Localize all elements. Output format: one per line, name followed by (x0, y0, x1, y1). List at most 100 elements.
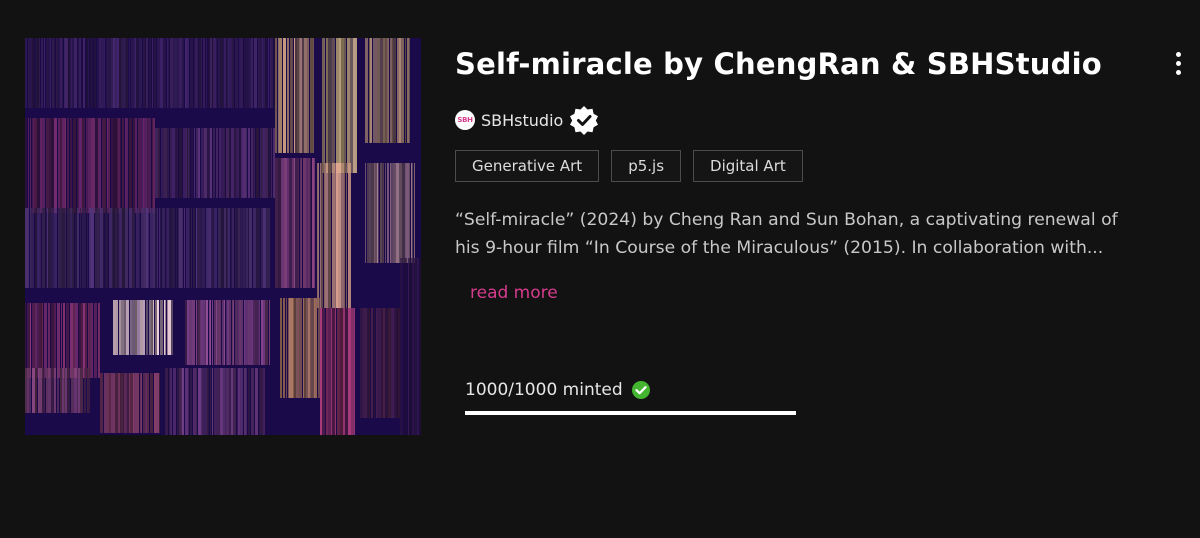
artwork-stripe (154, 373, 156, 433)
artwork-stripe (145, 38, 146, 108)
artwork-stripe (409, 258, 412, 435)
artwork-stripe (331, 38, 332, 173)
artwork-stripe (189, 128, 190, 198)
artwork-stripe (85, 303, 87, 378)
artwork-stripe (32, 118, 33, 213)
artwork-stripe (57, 303, 60, 378)
artwork-stripe (72, 208, 74, 288)
artwork-stripe (266, 208, 269, 288)
artwork-stripe (226, 38, 227, 108)
artwork-stripe (107, 38, 109, 108)
artwork-stripe (374, 38, 377, 143)
artwork-stripe (270, 38, 271, 108)
artwork-stripe (304, 298, 306, 398)
artwork-stripe (233, 368, 236, 435)
artwork-stripe (98, 118, 101, 213)
project-title: Self-miracle by ChengRan & SBHStudio (455, 47, 1102, 81)
artwork-stripe (235, 38, 237, 108)
artwork-stripe (79, 303, 81, 378)
artwork-stripe (44, 303, 47, 378)
artwork-stripe (394, 308, 396, 418)
artwork-stripe (311, 298, 314, 398)
artwork-stripe (251, 368, 254, 435)
artwork-stripe (288, 298, 289, 398)
artwork-stripe (122, 118, 124, 213)
artwork-stripe (135, 118, 137, 213)
artwork-stripe (137, 373, 139, 433)
artwork-stripe (143, 373, 145, 433)
artwork-stripe (28, 38, 30, 108)
artwork-stripe (248, 128, 250, 198)
artwork-stripe (118, 118, 120, 213)
artwork-stripe (300, 38, 302, 153)
artwork-stripe (150, 373, 153, 433)
artwork-stripe (294, 38, 295, 153)
artwork-stripe (213, 208, 214, 288)
artwork-stripe (256, 208, 258, 288)
read-more-link[interactable]: read more (470, 283, 558, 303)
artwork-stripe (294, 298, 296, 398)
artwork-stripe (207, 128, 209, 198)
artwork-stripe (133, 373, 134, 433)
artwork-stripe (326, 38, 328, 173)
artwork-stripe (249, 208, 252, 288)
artwork-stripe (126, 300, 129, 355)
artwork-stripe (121, 300, 124, 355)
artwork-stripe (322, 308, 325, 435)
tag-generative-art[interactable]: Generative Art (455, 150, 600, 182)
artwork-stripe (201, 368, 202, 435)
tag-digital-art[interactable]: Digital Art (693, 150, 803, 182)
artist-row[interactable]: SBH SBHstudio (455, 105, 599, 135)
artist-avatar[interactable]: SBH (455, 110, 475, 130)
artwork-stripe (130, 300, 132, 355)
artwork-stripe (60, 208, 62, 288)
artwork-stripe (62, 38, 63, 108)
artist-name[interactable]: SBHstudio (481, 111, 563, 130)
tag-p5js[interactable]: p5.js (611, 150, 682, 182)
artwork-stripe (60, 118, 62, 213)
artwork-stripe (244, 38, 246, 108)
artwork-stripe (170, 38, 173, 108)
artwork-stripe (253, 128, 254, 198)
artwork-stripe (147, 373, 149, 433)
artwork-stripe (317, 163, 318, 308)
artwork-stripe (336, 38, 339, 173)
artwork-stripe (248, 208, 249, 288)
artwork-stripe (139, 208, 140, 288)
artwork-stripe (243, 128, 246, 198)
artwork-stripe (195, 368, 196, 435)
artwork-stripe (105, 208, 108, 288)
artwork-stripe (90, 38, 93, 108)
artwork-stripe (414, 258, 417, 435)
artwork-stripe (367, 163, 369, 263)
artwork-stripe (254, 38, 257, 108)
artwork-stripe (40, 118, 42, 213)
artwork-stripe (30, 303, 31, 378)
artwork-stripe (25, 38, 27, 108)
artwork-stripe (167, 38, 168, 108)
artwork-stripe (226, 300, 227, 365)
artwork-stripe (263, 300, 265, 365)
more-options-icon[interactable] (1170, 52, 1186, 78)
artwork-stripe (369, 163, 371, 263)
artwork-stripe (206, 208, 209, 288)
artwork-stripe (346, 163, 347, 308)
artwork-stripe (175, 128, 178, 198)
artwork-stripe (289, 298, 292, 398)
artwork-stripe (255, 368, 258, 435)
artwork-stripe (68, 38, 70, 108)
artwork-stripe (31, 208, 34, 288)
artwork-stripe (324, 163, 325, 308)
artwork-stripe (58, 208, 60, 288)
artwork-stripe (141, 373, 142, 433)
artwork-stripe (32, 38, 34, 108)
artwork-stripe (212, 300, 213, 365)
artwork-stripe (160, 38, 163, 108)
artwork-image[interactable] (25, 38, 421, 435)
artwork-stripe (78, 368, 80, 413)
artwork-stripe (234, 128, 236, 198)
artwork-stripe (297, 38, 299, 153)
artwork-stripe (406, 163, 409, 263)
artwork-stripe (140, 300, 143, 355)
artwork-stripe (385, 163, 386, 263)
